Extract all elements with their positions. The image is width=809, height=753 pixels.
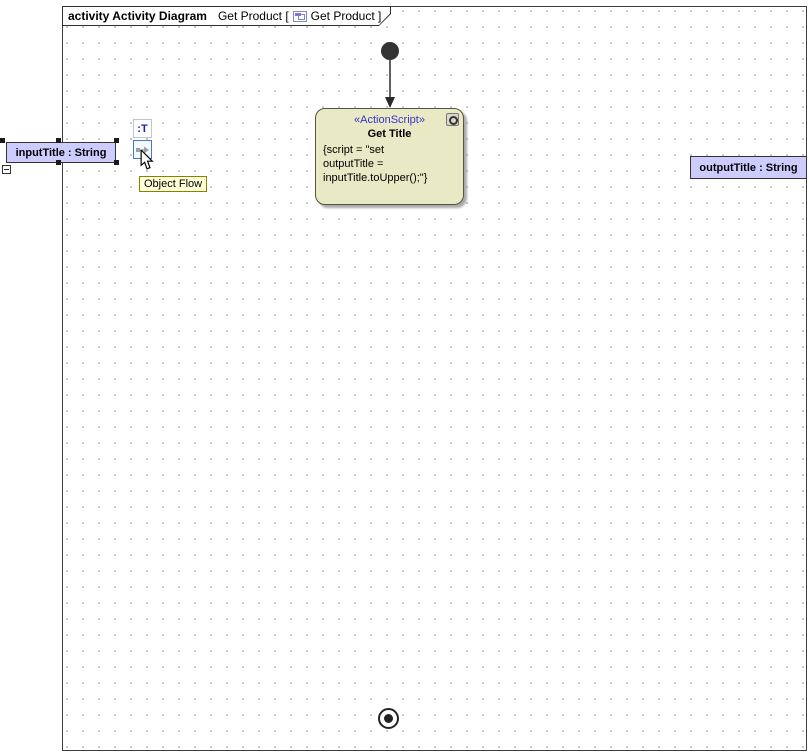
activity-diagram-icon [293,11,307,22]
action-node-get-title[interactable]: «ActionScript» Get Title {script = "set … [315,108,464,205]
output-parameter-label: outputTitle : String [699,162,797,174]
diagram-canvas[interactable]: activity Activity Diagram Get Product [ … [0,0,809,753]
object-flow-tooltip: Object Flow [139,176,207,192]
action-name: Get Title [323,127,456,141]
frame-header-content: activity Activity Diagram Get Product [ … [63,7,390,25]
selection-handle[interactable] [114,138,119,143]
attribute-tool-label: :T [137,123,147,135]
control-flow-edge[interactable] [383,59,397,109]
selection-handle[interactable] [56,138,61,143]
input-parameter-label: inputTitle : String [16,147,107,159]
arrowhead-icon [385,97,395,108]
attribute-tool-button[interactable]: :T [133,119,152,138]
mouse-cursor-icon [140,150,154,170]
activity-final-node[interactable] [378,708,399,729]
activity-final-dot [384,714,393,723]
action-stereotype: «ActionScript» [323,113,456,127]
output-parameter-node[interactable]: outputTitle : String [690,156,807,179]
frame-diagram-name: Get Product [ [218,9,289,23]
initial-node[interactable] [381,42,399,60]
collapse-handle[interactable] [2,165,11,174]
selection-handle[interactable] [114,160,119,165]
input-parameter-node[interactable]: inputTitle : String [6,142,116,163]
selection-handle[interactable] [56,160,61,165]
selection-handle[interactable] [0,138,5,143]
frame-header-tab[interactable]: activity Activity Diagram Get Product [ … [62,6,391,26]
action-script-text: {script = "set outputTitle = inputTitle.… [323,143,456,185]
frame-context-name: Get Product ] [311,9,382,23]
behavior-badge-icon [446,113,459,126]
frame-keyword: activity Activity Diagram [68,9,207,23]
